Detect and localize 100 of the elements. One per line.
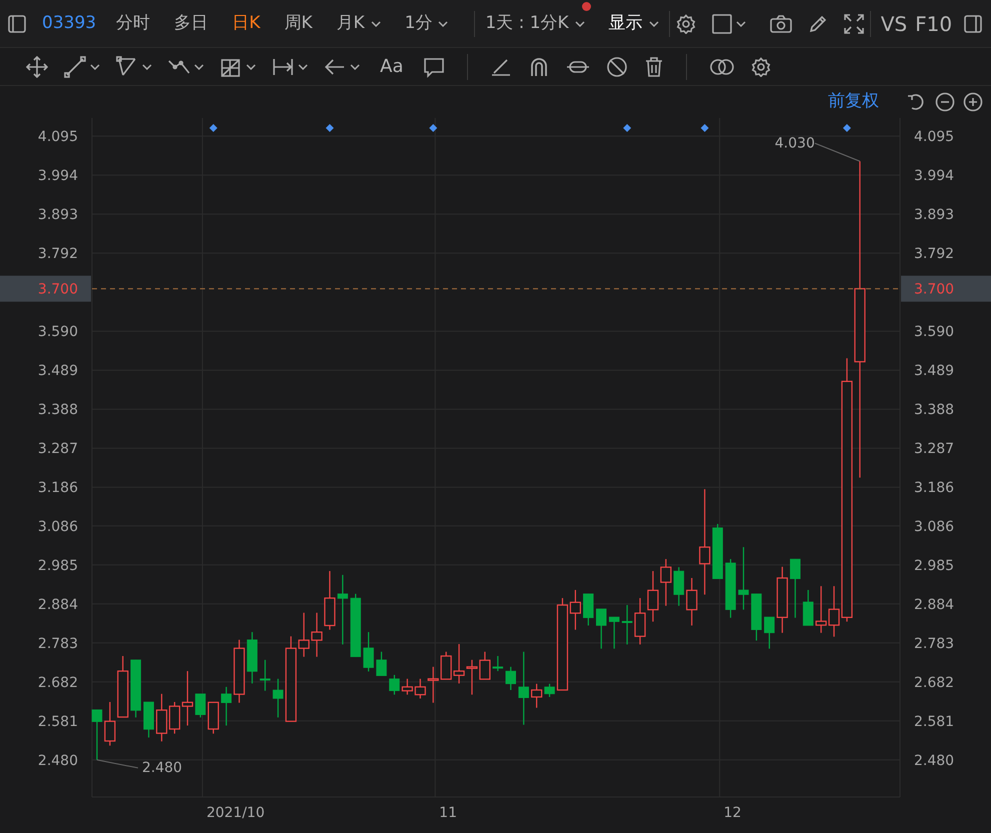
leader-line (814, 142, 860, 162)
candlestick (790, 558, 800, 618)
settings-icon[interactable] (751, 56, 772, 76)
caret-icon[interactable] (736, 20, 746, 26)
axis-label: 3.388 (38, 402, 78, 418)
fullscreen-icon[interactable] (844, 14, 864, 34)
candlestick (660, 559, 672, 606)
axis-label: 2.581 (38, 714, 78, 730)
candlestick (506, 666, 516, 690)
axis-label: 2.682 (914, 674, 954, 691)
caret-icon[interactable] (246, 64, 256, 70)
candlestick (428, 666, 439, 703)
current-price-label: 3.700 (914, 282, 954, 298)
caret-icon[interactable] (194, 64, 204, 70)
camera-icon[interactable] (770, 14, 792, 34)
caret-icon[interactable] (298, 64, 308, 70)
candlestick (815, 586, 827, 633)
candlestick (544, 684, 555, 697)
candlestick (272, 678, 284, 718)
period-tab[interactable]: 多日 (170, 15, 212, 32)
caret-icon[interactable] (90, 64, 100, 70)
candlestick (143, 702, 154, 738)
move-icon[interactable] (26, 56, 48, 78)
candlestick (674, 567, 684, 606)
candlestick (776, 566, 788, 633)
caret-icon[interactable] (370, 20, 381, 26)
hide-icon[interactable] (606, 56, 628, 78)
candlestick (764, 616, 775, 649)
candlestick (440, 652, 452, 680)
period-tab[interactable]: 月K (332, 15, 385, 32)
current-price-label: 3.700 (38, 282, 78, 298)
f10-button[interactable]: F10 (911, 14, 956, 34)
candlestick (531, 684, 542, 708)
period-tab[interactable]: 日K (228, 15, 264, 32)
candlestick (402, 678, 413, 695)
axis-label: 3.994 (38, 168, 78, 184)
caret-icon[interactable] (574, 20, 585, 26)
candlestick (583, 594, 594, 626)
axis-label: 12 (724, 805, 742, 821)
zoom-out-icon[interactable] (935, 92, 955, 112)
axis-label: 3.792 (914, 246, 954, 262)
axis-label: 3.086 (38, 518, 78, 535)
range-dropdown[interactable]: 1天 : 1分K (481, 15, 589, 32)
panel-icon[interactable] (8, 14, 26, 32)
axis-label: 3.287 (914, 441, 954, 458)
period-tab[interactable]: 周K (280, 15, 316, 32)
pencil-icon[interactable] (808, 14, 828, 34)
caret-icon[interactable] (648, 20, 659, 26)
axis-label: 3.287 (38, 441, 78, 458)
period-tab[interactable]: 分时 (112, 15, 154, 32)
event-marker-icon[interactable] (623, 124, 632, 132)
axis-label: 2.480 (38, 752, 78, 769)
axis-label: 3.590 (38, 324, 78, 340)
candlestick (376, 652, 387, 676)
candlestick (234, 640, 245, 703)
candlestick (725, 559, 736, 618)
overlap-circles-icon[interactable] (709, 56, 736, 76)
display-dropdown[interactable]: 显示 (604, 15, 663, 32)
event-marker-icon[interactable] (700, 124, 709, 132)
candlestick (634, 598, 646, 644)
settings-icon[interactable] (676, 14, 696, 34)
candlestick (260, 660, 270, 691)
candlestick (686, 578, 698, 626)
square-icon[interactable] (712, 14, 732, 34)
candlestick (479, 652, 490, 680)
axis-label: 3.388 (914, 402, 954, 418)
candlestick (596, 608, 607, 649)
price-adjust-link[interactable]: 前复权 (828, 89, 879, 115)
event-marker-icon[interactable] (209, 124, 218, 132)
period-tab[interactable]: 1分 (400, 15, 452, 32)
candlestick (802, 590, 814, 626)
polyline-tool-icon[interactable] (116, 56, 138, 78)
candlestick (363, 632, 374, 672)
compare-button[interactable]: VS (876, 14, 912, 34)
caret-icon[interactable] (438, 20, 448, 26)
candlestick (208, 702, 219, 734)
leader-line (96, 759, 138, 768)
candlestick (337, 574, 348, 644)
event-marker-icon[interactable] (842, 124, 851, 132)
axis-label: 2.985 (38, 558, 78, 574)
axis-label: 3.086 (914, 518, 954, 535)
axis-label: 2.884 (38, 596, 78, 613)
axis-label: 3.893 (38, 207, 78, 224)
panel-icon[interactable] (964, 14, 982, 32)
price-extreme-label: 2.480 (142, 760, 182, 776)
axis-label: 2.480 (914, 752, 954, 769)
axis-label: 2021/10 (206, 805, 265, 821)
text-tool-button[interactable]: Aa (376, 58, 408, 76)
candlestick (738, 547, 749, 610)
delete-icon[interactable] (644, 56, 664, 78)
axis-label: 2.884 (914, 596, 954, 613)
event-marker-icon[interactable] (326, 124, 334, 132)
candlestick (492, 656, 504, 672)
caret-icon[interactable] (350, 64, 360, 70)
event-marker-icon[interactable] (429, 124, 438, 132)
candlestick (117, 656, 128, 718)
caret-icon[interactable] (142, 64, 152, 70)
comment-icon[interactable] (423, 56, 446, 78)
line-tool-icon[interactable] (64, 56, 86, 78)
zoom-in-icon[interactable] (963, 92, 983, 112)
